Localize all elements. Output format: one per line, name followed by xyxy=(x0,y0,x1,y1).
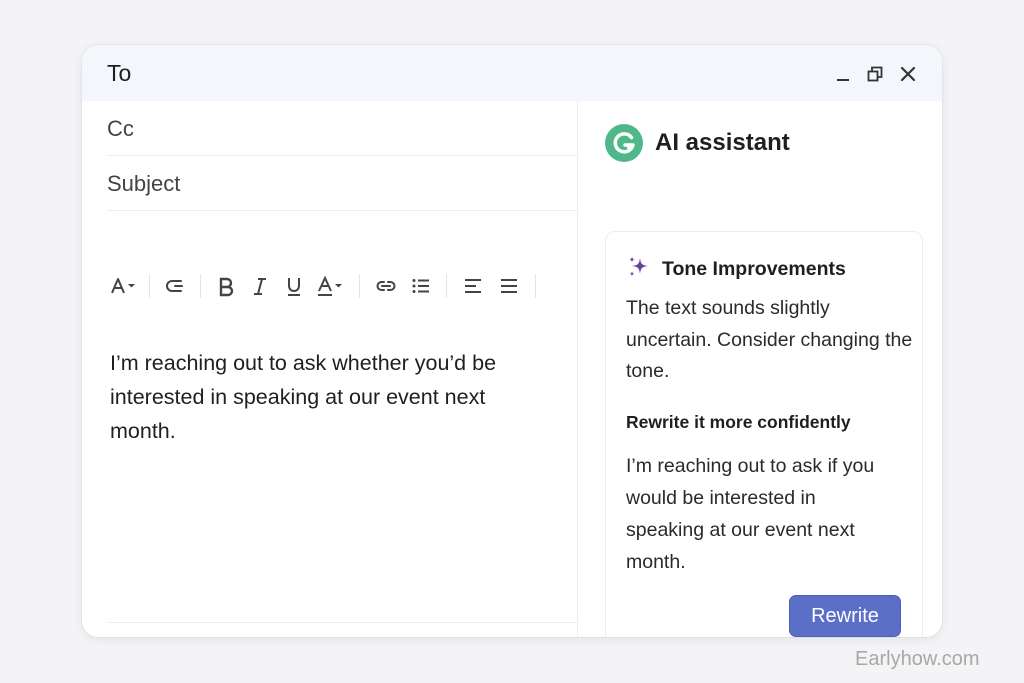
undo-format-icon[interactable] xyxy=(158,271,192,301)
ai-assistant-panel: AI assistant Tone Improvements The text … xyxy=(578,101,942,637)
subject-label: Subject xyxy=(107,171,181,196)
rewrite-button[interactable]: Rewrite xyxy=(789,595,901,637)
to-field[interactable]: To xyxy=(107,60,131,87)
toolbar-divider xyxy=(446,274,447,298)
link-icon[interactable] xyxy=(368,271,404,301)
toolbar-divider xyxy=(149,274,150,298)
toolbar-divider xyxy=(359,274,360,298)
sparkle-icon xyxy=(626,254,652,285)
cc-label: Cc xyxy=(107,116,134,141)
card-heading: Tone Improvements xyxy=(662,258,846,280)
format-toolbar xyxy=(107,265,557,307)
watermark: Earlyhow.com xyxy=(855,648,980,670)
bullet-list-icon[interactable] xyxy=(404,271,438,301)
card-subheading: Rewrite it more confidently xyxy=(626,412,851,432)
pop-out-icon[interactable] xyxy=(864,63,886,85)
rewrite-suggestion: I’m reaching out to ask if you would be … xyxy=(626,455,875,573)
toolbar-divider xyxy=(535,274,536,298)
toolbar-divider xyxy=(200,274,201,298)
minimize-icon[interactable] xyxy=(832,63,854,85)
title-bar: To xyxy=(82,45,942,101)
grammarly-logo-icon xyxy=(605,124,643,162)
close-icon[interactable] xyxy=(897,63,919,85)
font-size-icon[interactable] xyxy=(107,271,141,301)
bold-icon[interactable] xyxy=(209,271,243,301)
underline-icon[interactable] xyxy=(277,271,311,301)
message-body[interactable]: I’m reaching out to ask whether you’d be… xyxy=(110,346,550,448)
align-left-icon[interactable] xyxy=(455,271,491,301)
italic-icon[interactable] xyxy=(243,271,277,301)
suggestion-card: Tone Improvements The text sounds slight… xyxy=(605,231,923,637)
subject-field[interactable]: Subject xyxy=(107,156,577,211)
cc-field[interactable]: Cc xyxy=(107,101,577,156)
compose-window: To Cc Subject I’m reaching out to ask wh… xyxy=(82,45,942,637)
text-color-icon[interactable] xyxy=(311,271,351,301)
align-justify-icon[interactable] xyxy=(491,271,527,301)
bottom-divider xyxy=(107,622,577,623)
card-description: The text sounds slightly uncertain. Cons… xyxy=(626,297,913,382)
compose-area: Cc Subject I’m reaching out to ask wheth… xyxy=(82,101,577,637)
assistant-title: AI assistant xyxy=(655,129,790,156)
card-header: Tone Improvements xyxy=(626,254,846,285)
